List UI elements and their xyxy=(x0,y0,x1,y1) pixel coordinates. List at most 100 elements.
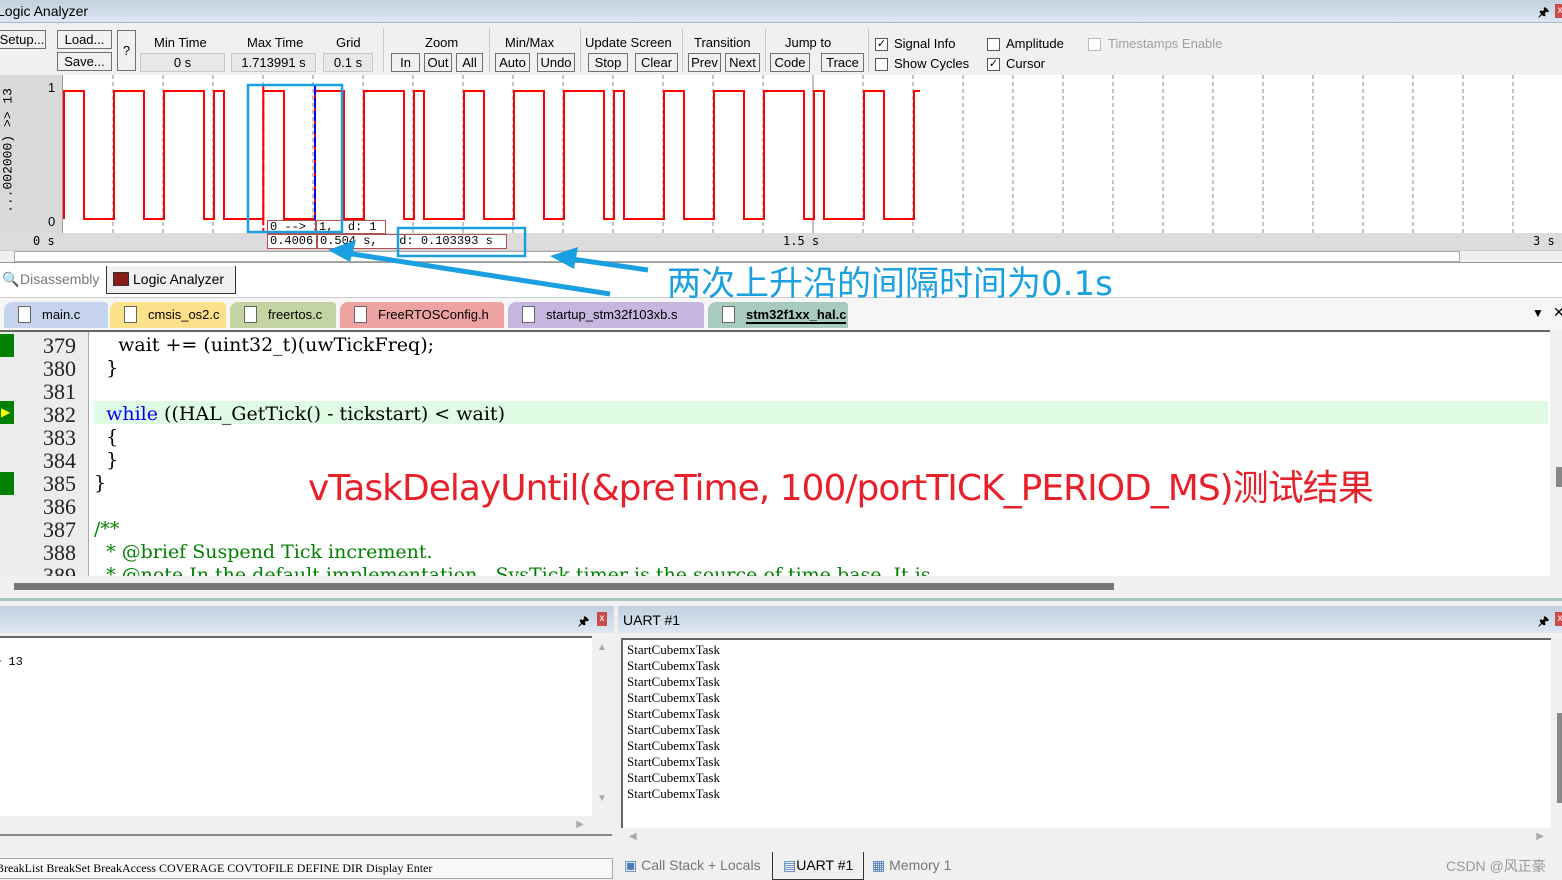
close-icon[interactable]: x xyxy=(1555,4,1562,18)
signal-name-panel[interactable]: ...002000) >> 13 1 0 xyxy=(0,75,63,233)
waveform-plot[interactable] xyxy=(63,75,1562,233)
coverage-marker xyxy=(0,334,14,357)
code-line[interactable]: * @brief Suspend Tick increment. xyxy=(94,541,432,564)
code-line[interactable]: while ((HAL_GetTick() - tickstart) < wai… xyxy=(94,403,505,426)
close-icon[interactable]: x xyxy=(1555,612,1562,626)
transition-next-button[interactable]: Next xyxy=(725,53,760,72)
y-max-label: 1 xyxy=(48,80,56,95)
cursor-checkbox[interactable]: ✓ xyxy=(987,58,1000,71)
uart-title: UART #1 xyxy=(623,612,681,628)
tab-memory-1[interactable]: ▦ Memory 1 xyxy=(872,852,951,880)
scrollbar-thumb[interactable] xyxy=(1556,467,1562,487)
line-number: 386 xyxy=(43,494,76,519)
uart-output[interactable]: StartCubemxTask StartCubemxTask StartCubem… xyxy=(621,638,1551,828)
file-tab[interactable]: startup_stm32f103xb.s xyxy=(508,302,704,328)
code-line[interactable]: wait += (uint32_t)(uwTickFreq); xyxy=(94,334,434,357)
scrollbar-thumb[interactable] xyxy=(14,583,1114,590)
annotation-red-text: vTaskDelayUntil(&preTime, 100/portTICK_P… xyxy=(308,468,1374,509)
fold-line xyxy=(88,332,89,576)
update-clear-button[interactable]: Clear xyxy=(635,53,678,72)
tab-logic-analyzer[interactable]: Logic Analyzer xyxy=(106,266,236,294)
code-line[interactable]: * @note In the default implementation , … xyxy=(94,564,931,576)
min-time-label: Min Time xyxy=(154,35,207,50)
update-screen-label: Update Screen xyxy=(585,35,672,50)
code-line[interactable]: /** xyxy=(94,518,119,541)
file-tab-label: stm32f1xx_hal.c xyxy=(746,307,847,324)
file-icon xyxy=(244,306,257,323)
line-number: 387 xyxy=(43,517,76,542)
cursor-delta-time: d: 0.103393 s xyxy=(399,234,493,248)
command-hscroll[interactable]: ▶ xyxy=(0,816,612,836)
save-button[interactable]: Save... xyxy=(57,52,112,71)
file-tab[interactable]: FreeRTOSConfig.h xyxy=(340,302,504,328)
code-line[interactable]: } xyxy=(94,357,118,380)
uart-line: StartCubemxTask xyxy=(627,642,720,657)
minmax-auto-button[interactable]: Auto xyxy=(495,53,530,72)
tab-call-stack[interactable]: ▣ Call Stack + Locals xyxy=(624,852,761,880)
code-text: * @note In the default implementation , … xyxy=(94,564,931,576)
file-tab[interactable]: stm32f1xx_hal.c xyxy=(708,302,848,328)
pin-icon[interactable]: 🖈 xyxy=(1538,612,1549,633)
tab-uart-1[interactable]: ▤UART #1 xyxy=(772,852,864,880)
file-tab[interactable]: freertos.c xyxy=(230,302,336,328)
uart-line: StartCubemxTask xyxy=(627,674,720,689)
setup-button[interactable]: Setup... xyxy=(0,30,46,49)
file-icon xyxy=(522,306,535,323)
update-stop-button[interactable]: Stop xyxy=(588,53,628,72)
splitter[interactable] xyxy=(0,598,1562,601)
code-line[interactable]: } xyxy=(94,449,118,472)
load-button[interactable]: Load... xyxy=(57,30,112,49)
code-vscroll[interactable] xyxy=(1550,330,1562,578)
minmax-undo-button[interactable]: Undo xyxy=(537,53,575,72)
zoom-in-button[interactable]: In xyxy=(391,53,420,72)
signal-trace xyxy=(63,90,920,220)
command-help-line[interactable]: BreakList BreakSet BreakAccess COVERAGE … xyxy=(0,858,613,879)
tab-dropdown-icon[interactable]: ▼ xyxy=(1532,306,1544,320)
code-line[interactable]: } xyxy=(94,472,106,495)
help-button[interactable]: ? xyxy=(117,30,136,71)
cursor-delta-prefix: 1, xyxy=(319,220,348,234)
zoom-out-button[interactable]: Out xyxy=(424,53,452,72)
zoom-all-button[interactable]: All xyxy=(456,53,483,72)
code-line[interactable]: { xyxy=(94,426,118,449)
uart-vscroll[interactable] xyxy=(1555,638,1562,828)
line-number: 382 xyxy=(43,402,76,427)
code-hscroll[interactable] xyxy=(0,578,1562,596)
close-icon[interactable]: x xyxy=(597,612,607,626)
uart-line: StartCubemxTask xyxy=(627,754,720,769)
file-tab[interactable]: cmsis_os2.c xyxy=(110,302,226,328)
cursor-t2: 0.504 s, d: 0.103393 s xyxy=(317,234,507,249)
cursor-t2-text: 0.504 s, xyxy=(320,234,378,248)
signal-info-checkbox[interactable]: ✓ xyxy=(875,38,888,51)
transition-prev-button[interactable]: Prev xyxy=(688,53,721,72)
transition-label: Transition xyxy=(694,35,751,50)
amplitude-checkbox[interactable] xyxy=(987,38,1000,51)
line-number: 379 xyxy=(43,333,76,358)
pin-icon[interactable]: 🖈 xyxy=(578,612,589,633)
cursor-t1: 0.4006 xyxy=(267,234,317,249)
scrollbar-thumb[interactable] xyxy=(1557,713,1562,803)
code-text: /** xyxy=(94,518,120,540)
uart-hscroll[interactable]: ◀ ▶ xyxy=(621,828,1562,845)
pin-icon[interactable]: 🖈 xyxy=(1538,3,1549,24)
memory-icon: ▦ xyxy=(872,857,886,873)
cursor-label: Cursor xyxy=(1006,56,1046,71)
code-text: } xyxy=(94,449,119,471)
uart-line: StartCubemxTask xyxy=(627,722,720,737)
command-vscroll[interactable]: ▲ ▼ xyxy=(592,636,612,816)
close-file-icon[interactable]: ✕ xyxy=(1553,304,1562,321)
x-tick-label: 0 s xyxy=(33,234,55,248)
jump-trace-button[interactable]: Trace xyxy=(821,53,864,72)
command-output: > 13 xyxy=(0,636,592,816)
show-cycles-checkbox[interactable] xyxy=(875,58,888,71)
divider xyxy=(383,28,384,72)
tab-disassembly[interactable]: 🔍 Disassembly xyxy=(0,266,104,294)
jump-code-button[interactable]: Code xyxy=(770,53,810,72)
code-editor[interactable]: 379 wait += (uint32_t)(uwTickFreq); 380 }… xyxy=(0,330,1550,576)
file-tab-label: cmsis_os2.c xyxy=(148,307,220,322)
timestamps-checkbox[interactable] xyxy=(1088,38,1101,51)
watermark: CSDN @风正豪 xyxy=(1446,858,1546,874)
grid-value: 0.1 s xyxy=(323,53,373,72)
file-tab[interactable]: main.c xyxy=(4,302,108,328)
execution-arrow-icon: ▶ xyxy=(0,401,14,424)
